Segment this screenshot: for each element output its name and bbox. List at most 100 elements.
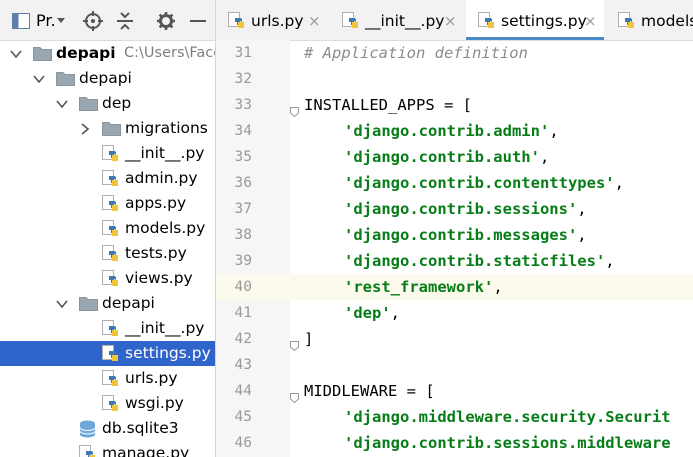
chevron-down-icon[interactable] [33,66,45,91]
tree-item[interactable]: migrations [0,116,215,141]
tree-item[interactable]: depapi C:\Users\Face [0,41,215,66]
tree-item[interactable]: manage.py [0,441,215,457]
tree-item-label: dep [102,94,132,112]
string-literal: 'django.middleware.security.Securit [344,408,671,426]
tree-item[interactable]: __init__.py [0,316,215,341]
code-text: ] [304,330,314,348]
locate-target-icon[interactable] [83,11,103,31]
tree-item[interactable]: wsgi.py [0,391,215,416]
string-literal: 'django.contrib.auth' [344,148,540,166]
code-punctuation: , [614,174,624,192]
collapse-all-icon[interactable] [116,11,134,31]
tab-label: __init__.py [365,12,445,30]
tree-item[interactable]: views.py [0,266,215,291]
string-literal: 'dep' [344,304,391,322]
close-icon[interactable]: × [308,0,321,42]
line-number: 43 [234,357,252,373]
code-line[interactable]: 36 'django.contrib.contenttypes', [216,170,693,196]
editor-tab[interactable]: urls.py × [216,0,328,40]
fold-marker-icon[interactable] [290,385,299,404]
line-number: 34 [234,123,252,139]
tree-item[interactable]: depapi [0,291,215,316]
tree-item-label: views.py [125,269,193,287]
code-line[interactable]: 35 'django.contrib.auth', [216,144,693,170]
code-text: 'rest_framework', [344,274,503,300]
tree-item-label: migrations [125,119,208,137]
code-line[interactable]: 31 # Application definition [216,40,693,66]
code-line[interactable]: 41 'dep', [216,300,693,326]
line-number: 32 [234,71,252,87]
code-line[interactable]: 37 'django.contrib.sessions', [216,196,693,222]
chevron-right-icon[interactable] [79,116,91,141]
tree-item[interactable]: db.sqlite3 [0,416,215,441]
tree-item[interactable]: apps.py [0,191,215,216]
tree-item[interactable]: admin.py [0,166,215,191]
python-file-icon [102,191,119,216]
tree-item[interactable]: models.py [0,216,215,241]
tree-item-label: __init__.py [125,319,205,337]
code-line[interactable]: 42] [216,326,693,352]
close-icon[interactable]: × [444,0,457,42]
gear-icon[interactable] [156,11,176,31]
code-line[interactable]: 33 INSTALLED_APPS = [ [216,92,693,118]
editor-tab[interactable]: models.py [606,0,693,40]
python-file-icon [342,12,359,33]
code-line[interactable]: 40 'rest_framework', [216,274,693,300]
python-file-icon [102,391,119,416]
code-punctuation: , [577,226,587,244]
python-file-icon [618,12,635,33]
tree-item-label: tests.py [125,244,187,262]
code-line[interactable]: 39 'django.contrib.staticfiles', [216,248,693,274]
line-number: 39 [234,253,252,269]
chevron-down-icon[interactable] [10,41,22,66]
code-text: 'django.middleware.security.Securit [344,404,671,430]
tree-item[interactable]: settings.py [0,341,215,366]
code-line[interactable]: 32 [216,66,693,92]
project-view-title[interactable]: Pr. [36,11,56,31]
code-text: # Application definition [304,44,528,62]
code-punctuation: , [539,148,550,166]
close-icon[interactable]: × [584,0,597,42]
chevron-down-icon[interactable] [56,91,68,116]
tree-item[interactable]: __init__.py [0,141,215,166]
python-file-icon [102,141,119,166]
python-file-icon [102,316,119,341]
code-text: 'django.contrib.auth', [344,144,549,170]
minimize-icon[interactable] [190,11,206,31]
tree-item-label: urls.py [125,369,178,387]
chevron-down-icon[interactable] [56,291,68,316]
tab-label: models.py [641,12,693,30]
editor-tab[interactable]: settings.py × [466,0,604,40]
project-window-icon[interactable] [12,11,30,31]
folder-icon [56,66,75,91]
code-line[interactable]: 46 'django.contrib.sessions.middleware [216,430,693,456]
code-line[interactable]: 45 'django.middleware.security.Securit [216,404,693,430]
tree-item-label: apps.py [125,194,187,212]
string-literal: 'django.contrib.staticfiles' [344,252,606,270]
fold-marker-icon[interactable] [290,99,299,118]
line-number: 40 [234,279,252,295]
tree-item[interactable]: dep [0,91,215,116]
tree-item[interactable]: urls.py [0,366,215,391]
dropdown-arrow-icon[interactable] [57,11,65,31]
tree-item-label: db.sqlite3 [102,419,179,437]
line-number: 45 [234,409,252,425]
folder-icon [79,291,98,316]
line-number: 46 [234,435,252,451]
code-line[interactable]: 43 [216,352,693,378]
code-line[interactable]: 38 'django.contrib.messages', [216,222,693,248]
code-line[interactable]: 34 'django.contrib.admin', [216,118,693,144]
code-text: MIDDLEWARE = [ [304,382,435,400]
editor-tab[interactable]: __init__.py × [330,0,464,40]
tree-item-label: depapi [56,44,116,62]
code-punctuation: , [549,122,559,140]
tree-item[interactable]: depapi [0,66,215,91]
tree-item[interactable]: tests.py [0,241,215,266]
editor-tab-bar: urls.py×__init__.py×settings.py×models.p… [216,0,693,41]
python-file-icon [102,266,119,291]
tree-item-label: settings.py [125,344,211,362]
code-text: INSTALLED_APPS = [ [304,96,472,114]
fold-marker-icon[interactable] [290,333,299,352]
tree-item-label: depapi [79,69,132,87]
code-line[interactable]: 44 MIDDLEWARE = [ [216,378,693,404]
